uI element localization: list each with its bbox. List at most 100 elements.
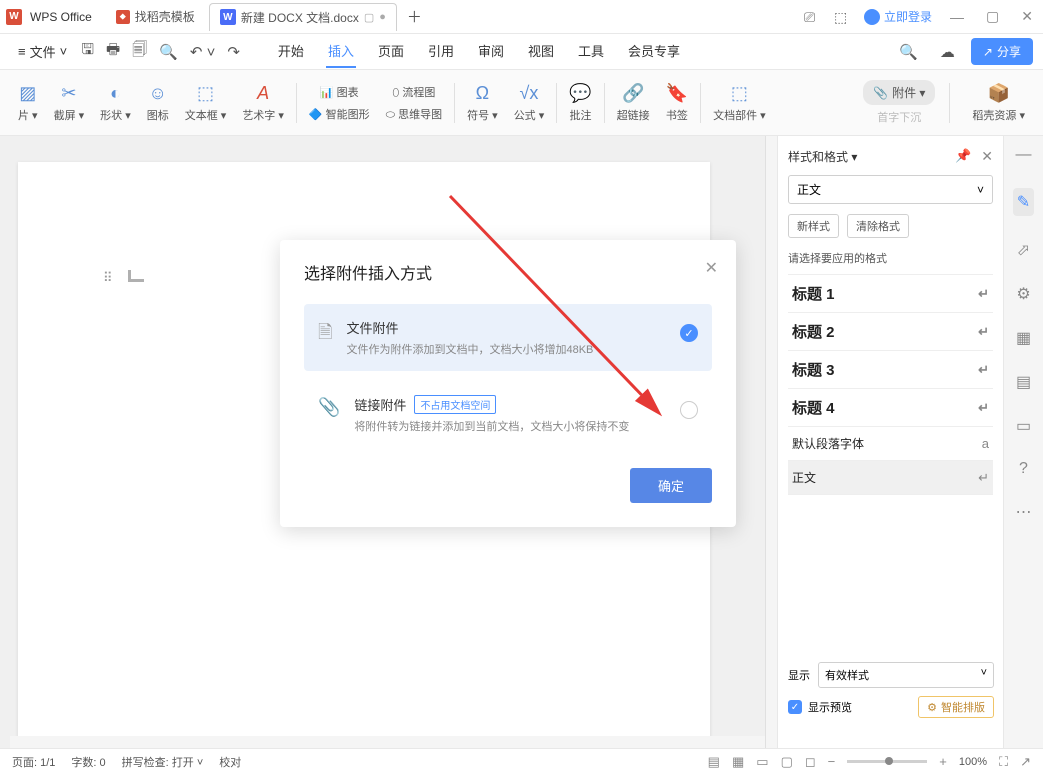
radio-checked[interactable]: ✓: [680, 324, 698, 342]
option-file-attach[interactable]: 🗎 文件附件 文件作为附件添加到文档中，文档大小将增加48KB ✓: [304, 304, 712, 371]
zoom-value[interactable]: 100%: [959, 756, 987, 768]
smart-layout-button[interactable]: ⚙ 智能排版: [918, 696, 994, 718]
dialog-close-icon[interactable]: ✕: [705, 258, 718, 278]
ribbon-flowchart-mindmap[interactable]: ⬯ 流程图 ⬭ 思维导图: [378, 84, 450, 122]
new-style-button[interactable]: 新样式: [788, 214, 839, 238]
ribbon-bookmark[interactable]: 🔖书签: [658, 83, 696, 123]
style-default-font[interactable]: 默认段落字体a: [788, 427, 993, 461]
ribbon-shapes[interactable]: ◐形状 ▾: [92, 83, 139, 123]
style-list: 标题 1↵ 标题 2↵ 标题 3↵ 标题 4↵ 默认段落字体a 正文↵: [788, 274, 993, 495]
style-heading4[interactable]: 标题 4↵: [788, 389, 993, 427]
save-icon[interactable]: 🖫: [75, 35, 100, 68]
ribbon-label: 片 ▾: [18, 107, 38, 123]
page-info[interactable]: 页面: 1/1: [12, 754, 55, 770]
print-icon[interactable]: 🖶: [100, 35, 126, 68]
style-heading1[interactable]: 标题 1↵: [788, 275, 993, 313]
ribbon-chart-smartart[interactable]: 📊 图表 🔷 智能图形: [301, 84, 378, 122]
style-heading3[interactable]: 标题 3↵: [788, 351, 993, 389]
pin-icon[interactable]: 📌: [955, 148, 971, 165]
maximize-button[interactable]: ▢: [982, 8, 1003, 25]
zoom-thumb[interactable]: [885, 757, 893, 765]
template-icon[interactable]: ▤: [1016, 372, 1031, 392]
minimize-button[interactable]: —: [946, 9, 968, 25]
option-link-attach[interactable]: 📎 链接附件 不占用文档空间 将附件转为链接并添加到当前文档，文档大小将保持不变: [304, 381, 712, 448]
menu-tab-review[interactable]: 审阅: [476, 35, 506, 68]
tab-close-icon[interactable]: ●: [379, 11, 386, 23]
menu-tab-start[interactable]: 开始: [276, 35, 306, 68]
menu-tab-tools[interactable]: 工具: [576, 35, 606, 68]
menu-tab-view[interactable]: 视图: [526, 35, 556, 68]
close-button[interactable]: ✕: [1017, 8, 1037, 25]
smartart-label[interactable]: 🔷 智能图形: [309, 106, 370, 122]
expand-icon[interactable]: ↗: [1020, 754, 1031, 770]
select-icon[interactable]: ⬀: [1017, 240, 1030, 260]
scrollbar-vertical[interactable]: [765, 136, 777, 748]
zoom-in-icon[interactable]: +: [939, 754, 947, 769]
menu-tab-insert[interactable]: 插入: [326, 35, 356, 68]
drag-handle-icon[interactable]: ⠿: [103, 270, 115, 286]
fit-icon[interactable]: ⛶: [999, 754, 1008, 770]
preview-checkbox[interactable]: ✓: [788, 700, 802, 714]
style-heading2[interactable]: 标题 2↵: [788, 313, 993, 351]
menu-tab-reference[interactable]: 引用: [426, 35, 456, 68]
menu-tab-member[interactable]: 会员专享: [626, 35, 682, 68]
ribbon-picture[interactable]: ▨片 ▾: [10, 83, 46, 123]
login-link[interactable]: 立即登录: [864, 8, 932, 25]
zoom-out-icon[interactable]: −: [828, 754, 836, 769]
device-icon[interactable]: ⎚: [804, 9, 820, 25]
share-button[interactable]: ↗ 分享: [971, 38, 1033, 65]
more-icon[interactable]: ⋯: [1016, 502, 1032, 522]
tab-document[interactable]: W 新建 DOCX 文档.docx ▢ ●: [209, 3, 397, 31]
view-mode3-icon[interactable]: ▭: [756, 754, 768, 770]
app-icon[interactable]: ▦: [1016, 328, 1031, 348]
undo-icon[interactable]: ↶ ˅: [184, 39, 222, 65]
help-icon[interactable]: ?: [1019, 460, 1028, 478]
confirm-button[interactable]: 确定: [630, 468, 712, 503]
tab-docer[interactable]: ⬥ 找稻壳模板: [106, 3, 205, 31]
settings-icon[interactable]: ⚙: [1016, 284, 1030, 304]
ribbon-comment[interactable]: 💬批注: [561, 83, 599, 123]
attach-button[interactable]: 📎 附件 ▾: [863, 80, 935, 105]
minimize-panel-icon[interactable]: —: [1016, 146, 1032, 164]
spellcheck-status[interactable]: 拼写检查: 打开 ˅: [122, 754, 204, 770]
ribbon-equation[interactable]: √x公式 ▾: [506, 83, 553, 123]
print-preview-icon[interactable]: 🗐: [126, 35, 153, 68]
ribbon-icons[interactable]: ☺图标: [139, 83, 177, 123]
ribbon-textbox[interactable]: ⬚文本框 ▾: [177, 83, 235, 123]
view-mode4-icon[interactable]: ▢: [781, 754, 793, 770]
word-count[interactable]: 字数: 0: [71, 754, 105, 770]
ribbon-screenshot[interactable]: ✂截屏 ▾: [46, 83, 93, 123]
ribbon-hyperlink[interactable]: 🔗超链接: [609, 83, 658, 123]
chevron-down-icon: ˅: [977, 183, 984, 197]
book-icon[interactable]: ▭: [1016, 416, 1031, 436]
chart-label[interactable]: 📊 图表: [320, 84, 359, 100]
ribbon-wordart[interactable]: A艺术字 ▾: [234, 83, 292, 123]
display-select[interactable]: 有效样式 ˅: [818, 662, 994, 688]
menu-tab-page[interactable]: 页面: [376, 35, 406, 68]
ribbon-resource[interactable]: 📦稻壳资源 ▾: [964, 83, 1033, 123]
scrollbar-horizontal[interactable]: [10, 736, 765, 748]
view-mode2-icon[interactable]: ▦: [732, 754, 744, 770]
panel-close-icon[interactable]: ✕: [981, 148, 993, 165]
search-icon[interactable]: 🔍: [893, 39, 924, 65]
clear-format-button[interactable]: 清除格式: [847, 214, 909, 238]
view-mode5-icon[interactable]: ◻: [805, 754, 816, 770]
style-body[interactable]: 正文↵: [788, 461, 993, 495]
find-icon[interactable]: 🔍: [153, 39, 184, 65]
redo-icon[interactable]: ↷: [221, 39, 246, 65]
radio-unchecked[interactable]: [680, 401, 698, 419]
ribbon-symbol[interactable]: Ω符号 ▾: [459, 83, 506, 123]
current-style-select[interactable]: 正文 ˅: [788, 175, 993, 204]
edit-icon[interactable]: ✎: [1013, 188, 1034, 216]
cloud-icon[interactable]: ☁: [934, 39, 961, 65]
proofread-status[interactable]: 校对: [219, 754, 241, 770]
ribbon-docparts[interactable]: ⬚文档部件 ▾: [705, 83, 774, 123]
new-tab-button[interactable]: ＋: [401, 2, 428, 31]
cube-icon[interactable]: ⬚: [834, 9, 850, 25]
mindmap-label[interactable]: ⬭ 思维导图: [386, 106, 442, 122]
zoom-slider[interactable]: [847, 760, 927, 763]
menu-button[interactable]: ≡ 文件 ˅: [10, 38, 75, 65]
flowchart-label[interactable]: ⬯ 流程图: [392, 84, 435, 100]
panel-title[interactable]: 样式和格式 ▾: [788, 148, 857, 165]
view-mode1-icon[interactable]: ▤: [708, 754, 720, 770]
